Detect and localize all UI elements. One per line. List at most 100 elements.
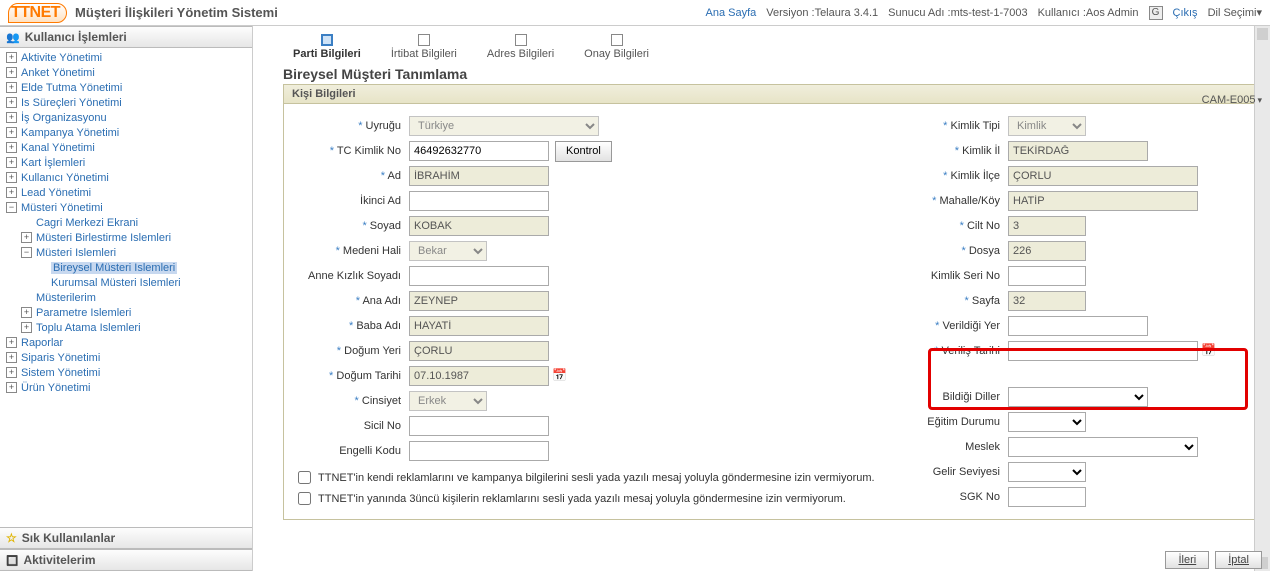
- input-baba-adi[interactable]: [409, 316, 549, 336]
- expander-icon[interactable]: +: [6, 382, 17, 393]
- input-mahalle[interactable]: [1008, 191, 1198, 211]
- tree-item[interactable]: +Elde Tutma Yönetimi: [0, 80, 252, 95]
- tree-item[interactable]: −Müsteri Yönetimi: [0, 200, 252, 215]
- tree-item[interactable]: +İş Organizasyonu: [0, 110, 252, 125]
- lang-select[interactable]: Dil Seçimi▾: [1208, 6, 1262, 19]
- select-meslek[interactable]: [1008, 437, 1198, 457]
- expander-icon[interactable]: +: [6, 337, 17, 348]
- expander-icon[interactable]: −: [6, 202, 17, 213]
- expander-icon[interactable]: +: [6, 187, 17, 198]
- tree-item[interactable]: −Müsteri Islemleri: [0, 245, 252, 260]
- calendar-icon[interactable]: [1201, 343, 1217, 359]
- expander-icon[interactable]: +: [6, 127, 17, 138]
- input-dogum-tarihi[interactable]: [409, 366, 549, 386]
- tree-item[interactable]: +Raporlar: [0, 335, 252, 350]
- input-dosya[interactable]: [1008, 241, 1086, 261]
- input-engelli[interactable]: [409, 441, 549, 461]
- expander-icon[interactable]: +: [6, 52, 17, 63]
- expander-icon[interactable]: +: [6, 97, 17, 108]
- tree-item[interactable]: Cagri Merkezi Ekrani: [0, 215, 252, 230]
- select-gelir[interactable]: [1008, 462, 1086, 482]
- user-text: Kullanıcı :Aos Admin: [1038, 7, 1139, 19]
- cancel-button[interactable]: İptal: [1215, 551, 1262, 569]
- tree-item[interactable]: +Siparis Yönetimi: [0, 350, 252, 365]
- kontrol-button[interactable]: Kontrol: [555, 141, 612, 162]
- page-title: Bireysel Müşteri Tanımlama: [283, 66, 1264, 82]
- expander-icon[interactable]: +: [6, 172, 17, 183]
- expander-icon[interactable]: +: [6, 67, 17, 78]
- tree-item[interactable]: + Anket Yönetimi: [0, 65, 252, 80]
- label-ikinci-ad: İkinci Ad: [294, 195, 409, 207]
- input-kimlik-ilce[interactable]: [1008, 166, 1198, 186]
- expander-icon[interactable]: −: [21, 247, 32, 258]
- tree-item[interactable]: + Aktivite Yönetimi: [0, 50, 252, 65]
- tree-item[interactable]: +Kampanya Yönetimi: [0, 125, 252, 140]
- logo: TTNET: [8, 3, 67, 23]
- tree-item[interactable]: Bireysel Müsteri Islemleri: [0, 260, 252, 275]
- sidebar-panel-favorites[interactable]: Sık Kullanılanlar: [0, 527, 252, 549]
- input-kimlik-il[interactable]: [1008, 141, 1148, 161]
- tree-item[interactable]: +Parametre Islemleri: [0, 305, 252, 320]
- next-button[interactable]: İleri: [1165, 551, 1209, 569]
- consent-checkbox-1[interactable]: [298, 471, 311, 484]
- home-link[interactable]: Ana Sayfa: [705, 7, 756, 19]
- input-verilis-tarihi[interactable]: [1008, 341, 1198, 361]
- tree-item[interactable]: Kurumsal Müsteri Islemleri: [0, 275, 252, 290]
- input-seri[interactable]: [1008, 266, 1086, 286]
- input-soyad[interactable]: [409, 216, 549, 236]
- input-tckn[interactable]: [409, 141, 549, 161]
- tree-item[interactable]: +Lead Yönetimi: [0, 185, 252, 200]
- tree-item[interactable]: +Toplu Atama Islemleri: [0, 320, 252, 335]
- wizard-step[interactable]: Parti Bilgileri: [293, 34, 361, 60]
- select-cinsiyet[interactable]: Erkek: [409, 391, 487, 411]
- wizard-step[interactable]: Onay Bilgileri: [584, 34, 649, 60]
- tree-item[interactable]: +Müsteri Birlestirme Islemleri: [0, 230, 252, 245]
- logout-link[interactable]: Çıkış: [1173, 7, 1198, 19]
- tree-item[interactable]: +Ürün Yönetimi: [0, 380, 252, 395]
- select-egitim[interactable]: [1008, 412, 1086, 432]
- check-row-1[interactable]: TTNET'in kendi reklamlarını ve kampanya …: [294, 468, 893, 487]
- check-row-2[interactable]: TTNET'in yanında 3üncü kişilerin reklaml…: [294, 489, 893, 508]
- page-code[interactable]: CAM-E005: [1202, 94, 1262, 106]
- expander-icon[interactable]: +: [6, 82, 17, 93]
- refresh-icon[interactable]: G: [1149, 6, 1163, 20]
- expander-icon[interactable]: +: [6, 157, 17, 168]
- input-cilt[interactable]: [1008, 216, 1086, 236]
- tree-item[interactable]: +Kart İşlemleri: [0, 155, 252, 170]
- expander-icon[interactable]: +: [21, 322, 32, 333]
- wizard-step[interactable]: Adres Bilgileri: [487, 34, 554, 60]
- input-sicil[interactable]: [409, 416, 549, 436]
- select-medeni[interactable]: Bekar: [409, 241, 487, 261]
- wizard-step[interactable]: İrtibat Bilgileri: [391, 34, 457, 60]
- expander-icon[interactable]: +: [6, 352, 17, 363]
- select-uyrugu[interactable]: Türkiye: [409, 116, 599, 136]
- tree-item[interactable]: Müsterilerim: [0, 290, 252, 305]
- sidebar-panel-user-ops[interactable]: Kullanıcı İşlemleri: [0, 26, 252, 48]
- input-ad[interactable]: [409, 166, 549, 186]
- tree-item[interactable]: +Sistem Yönetimi: [0, 365, 252, 380]
- calendar-icon[interactable]: [552, 368, 568, 384]
- input-anne-kizlik[interactable]: [409, 266, 549, 286]
- select-kimlik-tipi[interactable]: Kimlik: [1008, 116, 1086, 136]
- expander-icon[interactable]: +: [6, 142, 17, 153]
- expander-icon[interactable]: +: [21, 307, 32, 318]
- expander-icon[interactable]: +: [21, 232, 32, 243]
- sidebar-panel-activities[interactable]: Aktivitelerim: [0, 549, 252, 571]
- input-ana-adi[interactable]: [409, 291, 549, 311]
- tree-item[interactable]: +Kanal Yönetimi: [0, 140, 252, 155]
- tree-item[interactable]: + Is Süreçleri Yönetimi: [0, 95, 252, 110]
- select-diller[interactable]: [1008, 387, 1148, 407]
- input-sayfa[interactable]: [1008, 291, 1086, 311]
- consent-checkbox-2[interactable]: [298, 492, 311, 505]
- tree-item[interactable]: +Kullanıcı Yönetimi: [0, 170, 252, 185]
- expander-icon[interactable]: +: [6, 112, 17, 123]
- tree-item-label: Aktivite Yönetimi: [21, 52, 102, 64]
- input-ikinci-ad[interactable]: [409, 191, 549, 211]
- input-verildigi-yer[interactable]: [1008, 316, 1148, 336]
- tree-item-label: Anket Yönetimi: [21, 67, 95, 79]
- input-dogum-yeri[interactable]: [409, 341, 549, 361]
- tree-item-label: Is Süreçleri Yönetimi: [21, 97, 122, 109]
- input-sgk[interactable]: [1008, 487, 1086, 507]
- expander-icon[interactable]: +: [6, 367, 17, 378]
- scrollbar[interactable]: [1254, 26, 1270, 571]
